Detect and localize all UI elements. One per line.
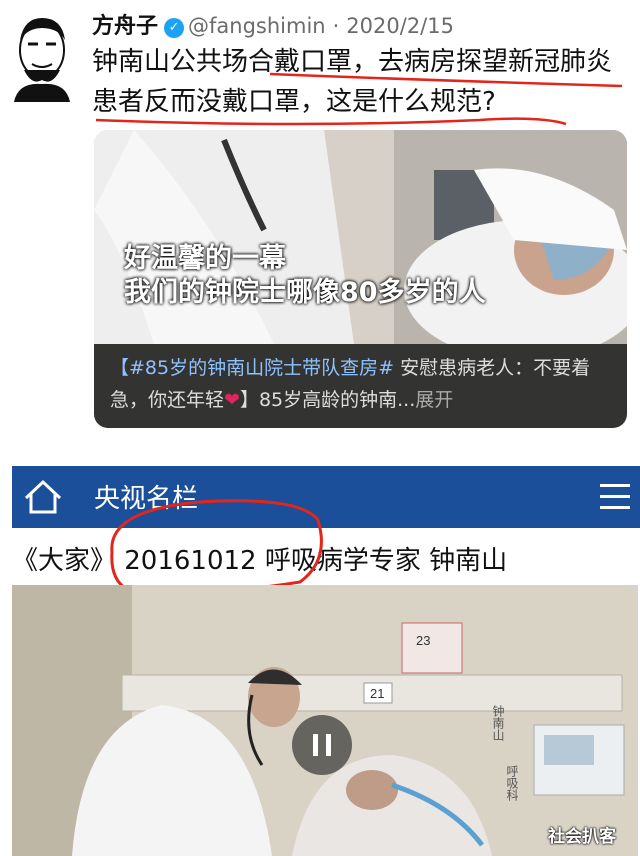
cctv-video-frame[interactable]: 23 21 钟南山 呼吸科 (12, 585, 638, 856)
side-label-2: 呼吸科 (505, 765, 519, 801)
red-underline-annotation (95, 72, 623, 126)
caption-hashtag[interactable]: 【#85岁的钟南山院士带队查房# (110, 357, 394, 379)
overlay-line-1: 好温馨的一幕 (124, 243, 286, 274)
pause-icon (313, 734, 318, 756)
pause-button[interactable] (292, 715, 352, 775)
calendar-number: 23 (416, 633, 430, 648)
video-caption-bar: 【#85岁的钟南山院士带队查房# 安慰患病老人：不要着急，你还年轻❤】85岁高龄… (94, 344, 627, 428)
expand-link[interactable]: 展开 (415, 389, 453, 411)
caption-tail: 】85岁高龄的钟南... (239, 389, 416, 411)
overlay-line-2: 我们的钟院士哪像80多岁的人 (124, 277, 486, 308)
embedded-video-card[interactable]: 好温馨的一幕 我们的钟院士哪像80多岁的人 【#85岁的钟南山院士带队查房# 安… (94, 130, 627, 428)
video-caption-text: 【#85岁的钟南山院士带队查房# 安慰患病老人：不要着急，你还年轻❤】85岁高龄… (110, 352, 615, 416)
heart-icon: ❤ (224, 389, 240, 411)
bed-number: 21 (370, 686, 384, 701)
source-watermark: 社会扒客 (548, 827, 616, 847)
hospital-scene-image (94, 130, 627, 344)
video-overlay-text: 好温馨的一幕 我们的钟院士哪像80多岁的人 (124, 242, 486, 310)
side-label-1: 钟南山 (491, 704, 505, 741)
